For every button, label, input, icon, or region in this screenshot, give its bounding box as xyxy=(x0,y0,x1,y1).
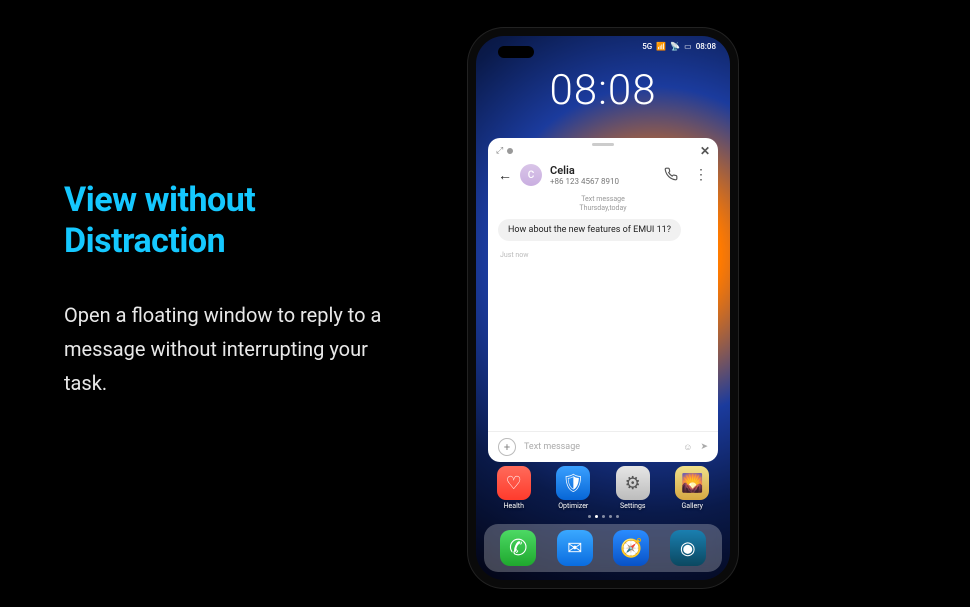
marketing-description: Open a floating window to reply to a mes… xyxy=(64,298,384,400)
dock: ✆ ✉ 🧭 ◉ xyxy=(484,524,722,572)
camera-cutout xyxy=(498,46,534,58)
chat-header: ← C Celia +86 123 4567 8910 ⋮ xyxy=(488,160,718,191)
dock-camera-icon[interactable]: ◉ xyxy=(670,530,706,566)
dock-phone-icon[interactable]: ✆ xyxy=(500,530,536,566)
call-icon[interactable] xyxy=(664,167,678,184)
marketing-text: View without Distraction Open a floating… xyxy=(64,180,384,400)
floating-window[interactable]: ⤢ ✕ ← C Celia +86 123 4567 8910 ⋮ xyxy=(488,138,718,462)
settings-icon: ⚙ xyxy=(616,466,650,500)
dock-browser-icon[interactable]: 🧭 xyxy=(613,530,649,566)
message-input-bar: + Text message ☺ ➤ xyxy=(488,431,718,462)
close-icon[interactable]: ✕ xyxy=(700,144,710,158)
back-icon[interactable]: ← xyxy=(498,167,512,184)
drag-handle[interactable] xyxy=(592,143,614,146)
contact-number: +86 123 4567 8910 xyxy=(550,177,656,187)
phone-frame: 5G 📶 📡 ▭ 08:08 08:08 ⤢ ✕ ← C Celia xyxy=(468,28,738,588)
more-icon[interactable]: ⋮ xyxy=(694,167,708,183)
contact-name: Celia xyxy=(550,164,656,177)
marketing-title: View without Distraction xyxy=(64,180,384,262)
message-input[interactable]: Text message xyxy=(524,442,675,452)
thread-meta: Text message Thursday,today xyxy=(488,195,718,213)
message-timestamp: Just now xyxy=(488,251,718,259)
lockscreen-clock: 08:08 xyxy=(476,66,730,115)
wifi-icon: 📡 xyxy=(670,42,680,51)
emoji-icon[interactable]: ☺ xyxy=(683,442,692,453)
page-indicator xyxy=(476,503,730,522)
attach-icon[interactable]: + xyxy=(498,438,516,456)
message-bubble[interactable]: How about the new features of EMUI 11? xyxy=(488,213,718,247)
signal-icon: 📶 xyxy=(656,42,666,51)
network-label: 5G xyxy=(642,42,652,51)
optimizer-icon: 🛡 xyxy=(556,466,590,500)
send-icon[interactable]: ➤ xyxy=(700,442,708,452)
dock-messages-icon[interactable]: ✉ xyxy=(557,530,593,566)
avatar[interactable]: C xyxy=(520,164,542,186)
battery-icon: ▭ xyxy=(684,42,692,51)
phone-screen: 5G 📶 📡 ▭ 08:08 08:08 ⤢ ✕ ← C Celia xyxy=(476,36,730,580)
health-icon: ♡ xyxy=(497,466,531,500)
statusbar-time: 08:08 xyxy=(696,42,716,51)
gallery-icon: 🌄 xyxy=(675,466,709,500)
expand-icon[interactable]: ⤢ xyxy=(496,146,503,156)
minimize-dot[interactable] xyxy=(507,148,513,154)
